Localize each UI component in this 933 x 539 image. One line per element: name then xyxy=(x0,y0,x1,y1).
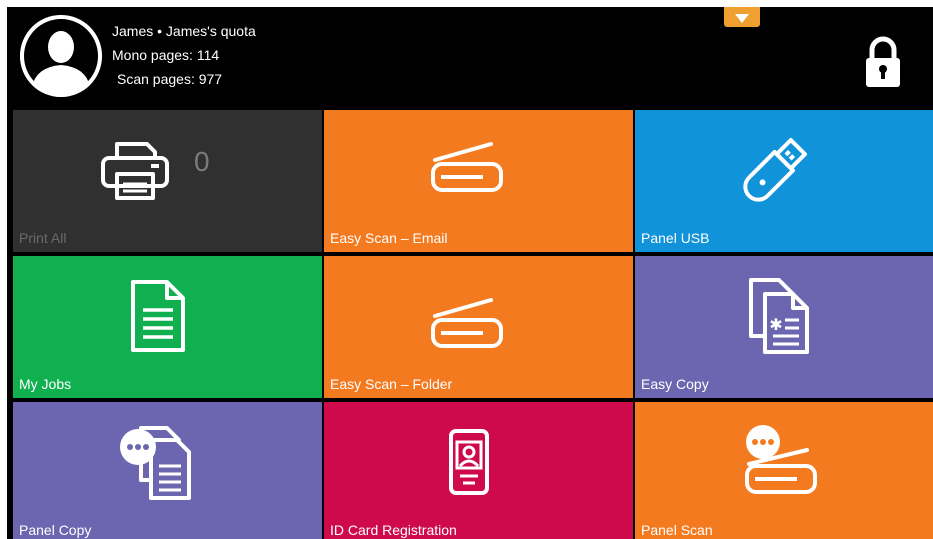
tile-label: Print All xyxy=(19,230,67,246)
id-card-icon xyxy=(449,429,489,495)
svg-text:✱: ✱ xyxy=(769,315,782,334)
tile-label: ID Card Registration xyxy=(330,522,457,538)
user-avatar-icon xyxy=(20,15,102,97)
tile-panel-copy[interactable]: Panel Copy xyxy=(13,402,322,539)
copy-documents-icon: ✱ xyxy=(749,278,809,354)
printer-icon xyxy=(101,142,169,200)
tile-my-jobs[interactable]: My Jobs xyxy=(13,256,322,398)
user-quota-line: James • James's quota xyxy=(112,23,256,39)
tile-label: My Jobs xyxy=(19,376,72,392)
usb-drive-icon xyxy=(743,138,807,202)
panel-scan-icon xyxy=(745,425,817,494)
tile-easy-scan-folder[interactable]: Easy Scan – Folder xyxy=(324,256,633,398)
document-icon xyxy=(131,280,185,352)
tile-label: Easy Scan – Folder xyxy=(330,376,453,392)
tile-print-all[interactable]: 0 Print All xyxy=(13,110,322,252)
tile-label: Panel USB xyxy=(641,230,710,246)
mono-pages-count: Mono pages: 114 xyxy=(112,47,220,63)
tile-label: Panel Scan xyxy=(641,522,713,538)
tile-panel-scan[interactable]: Panel Scan xyxy=(635,402,933,539)
scanner-icon xyxy=(431,298,503,348)
dropdown-tab-button[interactable] xyxy=(724,7,760,27)
tile-label: Panel Copy xyxy=(19,522,92,538)
tile-easy-copy[interactable]: ✱ Easy Copy xyxy=(635,256,933,398)
tile-easy-scan-email[interactable]: Easy Scan – Email xyxy=(324,110,633,252)
print-job-count: 0 xyxy=(194,146,210,177)
tile-id-card-registration[interactable]: ID Card Registration xyxy=(324,402,633,539)
user-info: James • James's quota Mono pages: 114 Sc… xyxy=(112,19,256,91)
scanner-icon xyxy=(431,142,503,192)
tile-panel-usb[interactable]: Panel USB xyxy=(635,110,933,252)
header-bar: James • James's quota Mono pages: 114 Sc… xyxy=(7,7,933,107)
tile-label: Easy Scan – Email xyxy=(330,230,448,246)
tile-label: Easy Copy xyxy=(641,376,709,392)
panel-copy-icon xyxy=(120,426,191,500)
scan-pages-count: Scan pages: 977 xyxy=(117,71,223,87)
lock-icon[interactable] xyxy=(863,33,903,89)
terminal-screen: James • James's quota Mono pages: 114 Sc… xyxy=(7,7,933,539)
triangle-down-icon xyxy=(735,14,749,23)
